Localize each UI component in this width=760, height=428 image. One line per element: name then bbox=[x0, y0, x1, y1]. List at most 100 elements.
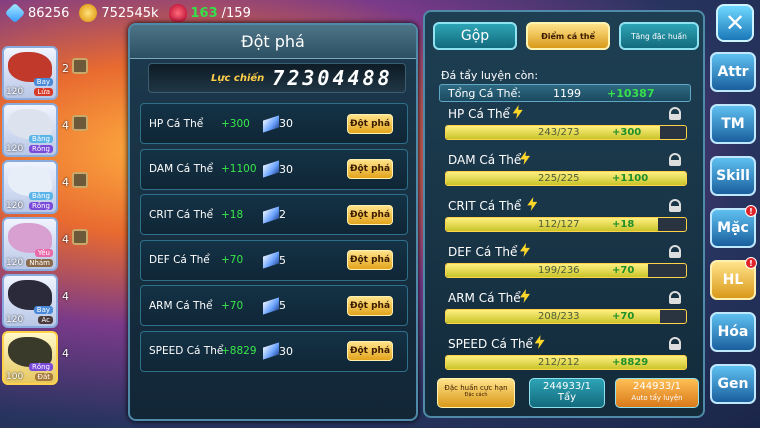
stat-progress-bar: 112/127 +18 bbox=[445, 217, 687, 232]
ticket-icon bbox=[263, 160, 279, 178]
tab-special-training[interactable]: Tăng đặc huấn bbox=[619, 22, 699, 50]
padlock-icon[interactable] bbox=[669, 337, 681, 350]
monster-card[interactable]: 100 Rồng Đất bbox=[2, 331, 58, 385]
side-tab-label: Attr bbox=[717, 64, 749, 80]
type-badge: Bay bbox=[33, 306, 53, 314]
side-tab-tm[interactable]: TM bbox=[710, 104, 756, 144]
side-tab-skill[interactable]: Skill bbox=[710, 156, 756, 196]
stat-bonus: +300 bbox=[221, 117, 250, 130]
side-tab-gen[interactable]: Gen bbox=[710, 364, 756, 404]
wash-count: 244933/1 bbox=[543, 381, 591, 392]
monster-card[interactable]: 120 Băng Rồng bbox=[2, 103, 58, 157]
lightning-icon bbox=[527, 197, 538, 211]
total-value: 1199 bbox=[553, 86, 581, 100]
gold-counter: 752545k bbox=[79, 4, 159, 22]
monster-level: 120 bbox=[6, 315, 24, 325]
stat-bonus: +1100 bbox=[612, 173, 649, 184]
monster-card[interactable]: 120 Băng Rồng bbox=[2, 160, 58, 214]
lock-icon bbox=[72, 229, 88, 245]
breakthrough-button[interactable]: Đột phá bbox=[347, 250, 393, 270]
lock-icon bbox=[72, 115, 88, 131]
stat-row: DAM Cá Thể 225/225 +1100 bbox=[443, 151, 689, 198]
stat-name: DEF Cá Thể bbox=[149, 254, 210, 266]
slot-number: 4 bbox=[62, 233, 69, 246]
padlock-icon[interactable] bbox=[669, 199, 681, 212]
stat-progress-text: 225/225 +1100 bbox=[446, 172, 686, 185]
gold-amount: 752545k bbox=[101, 5, 159, 21]
padlock-icon[interactable] bbox=[669, 153, 681, 166]
tab-individual-points[interactable]: Điểm cá thể bbox=[526, 22, 610, 50]
stat-bonus: +1100 bbox=[221, 163, 257, 175]
gem-icon bbox=[4, 2, 26, 24]
total-bonus: +10387 bbox=[607, 86, 655, 100]
auto-wash-button[interactable]: 244933/1 Auto tẩy luyện bbox=[615, 378, 699, 408]
potion-current: 163 bbox=[190, 5, 218, 21]
wash-label: Tẩy bbox=[557, 392, 577, 403]
extreme-training-sub: Đặc cách bbox=[464, 392, 488, 398]
breakthrough-button[interactable]: Đột phá bbox=[347, 295, 393, 316]
breakthrough-button[interactable]: Đột phá bbox=[347, 113, 393, 134]
individual-points-panel: Gộp Điểm cá thể Tăng đặc huấn Đá tẩy luy… bbox=[423, 10, 705, 418]
stat-bonus: +70 bbox=[612, 265, 635, 276]
notification-badge-icon: ! bbox=[745, 205, 757, 217]
stat-row: DEF Cá Thể 199/236 +70 bbox=[443, 243, 689, 290]
breakthrough-button[interactable]: Đột phá bbox=[347, 204, 393, 225]
padlock-icon[interactable] bbox=[669, 245, 681, 258]
extreme-training-button[interactable]: Đặc huấn cực hạn Đặc cách bbox=[437, 378, 515, 408]
breakthrough-row: ARM Cá Thể +70 5 Đột phá bbox=[140, 285, 408, 326]
ticket-count: 2 bbox=[279, 208, 286, 221]
stat-row: CRIT Cá Thể 112/127 +18 bbox=[443, 197, 689, 244]
stat-bonus: +8829 bbox=[612, 357, 649, 368]
stat-bonus: +70 bbox=[221, 254, 244, 266]
slot-number: 4 bbox=[62, 119, 69, 132]
type-badge: Rồng bbox=[28, 363, 53, 371]
slot-number: 4 bbox=[62, 347, 69, 360]
breakthrough-button[interactable]: Đột phá bbox=[347, 159, 393, 179]
stat-progress-text: 208/233 +70 bbox=[446, 310, 686, 323]
monster-roster: 120 Bay Lửa 2 120 Băng Rồng 4 120 Băng Rồng 4 120 Yêu… bbox=[2, 46, 88, 388]
type-badge: Băng bbox=[29, 192, 53, 200]
stat-bonus: +70 bbox=[221, 299, 244, 312]
stat-progress-bar: 212/212 +8829 bbox=[445, 355, 687, 370]
type-badge: Nhám bbox=[26, 259, 53, 267]
stat-bonus: +8829 bbox=[221, 345, 257, 357]
close-icon: ✕ bbox=[724, 9, 746, 37]
padlock-icon[interactable] bbox=[669, 107, 681, 120]
side-tab-label: Mặc bbox=[717, 220, 749, 236]
stat-name: HP Cá Thể bbox=[448, 107, 510, 121]
slot-number: 4 bbox=[62, 290, 69, 303]
breakthrough-row: HP Cá Thể +300 30 Đột phá bbox=[140, 103, 408, 144]
monster-level: 120 bbox=[6, 258, 24, 268]
tab-merge[interactable]: Gộp bbox=[433, 22, 517, 50]
monster-card[interactable]: 120 Bay Lửa bbox=[2, 46, 58, 100]
side-tab-label: HL bbox=[722, 272, 744, 288]
stat-progress-text: 212/212 +8829 bbox=[446, 356, 686, 369]
monster-card[interactable]: 120 Yêu Nhám bbox=[2, 217, 58, 271]
side-tab-mặc[interactable]: Mặc! bbox=[710, 205, 757, 248]
gem-amount: 86256 bbox=[28, 5, 70, 21]
wash-button[interactable]: 244933/1 Tẩy bbox=[529, 378, 605, 408]
monster-level: 100 bbox=[6, 372, 24, 382]
breakthrough-title: Đột phá bbox=[130, 25, 416, 59]
close-button[interactable]: ✕ bbox=[716, 4, 754, 42]
side-tab-hl[interactable]: HL! bbox=[710, 257, 757, 300]
side-tab-hóa[interactable]: Hóa bbox=[710, 312, 756, 352]
auto-wash-count: 244933/1 bbox=[633, 381, 681, 392]
stat-value: 225/225 bbox=[538, 173, 580, 184]
side-tab-label: TM bbox=[721, 116, 745, 132]
remaining-stones-label: Đá tẩy luyện còn: bbox=[441, 69, 539, 82]
stat-progress-text: 112/127 +18 bbox=[446, 218, 686, 231]
notification-badge-icon: ! bbox=[745, 257, 757, 269]
monster-card[interactable]: 120 Bay Ác bbox=[2, 274, 58, 328]
breakthrough-button[interactable]: Đột phá bbox=[347, 341, 393, 361]
potion-counter: 163/159 bbox=[168, 4, 251, 22]
stat-progress-bar: 208/233 +70 bbox=[445, 309, 687, 324]
side-tab-attr[interactable]: Attr bbox=[710, 52, 756, 92]
stat-name: SPEED Cá Thể bbox=[448, 337, 533, 351]
lock-icon bbox=[72, 58, 88, 74]
total-individual: Tổng Cá Thể: 1199 +10387 bbox=[439, 84, 691, 102]
gem-counter: 86256 bbox=[4, 2, 70, 24]
stat-value: 208/233 bbox=[538, 311, 580, 322]
padlock-icon[interactable] bbox=[669, 291, 681, 304]
ticket-count: 5 bbox=[279, 299, 286, 312]
